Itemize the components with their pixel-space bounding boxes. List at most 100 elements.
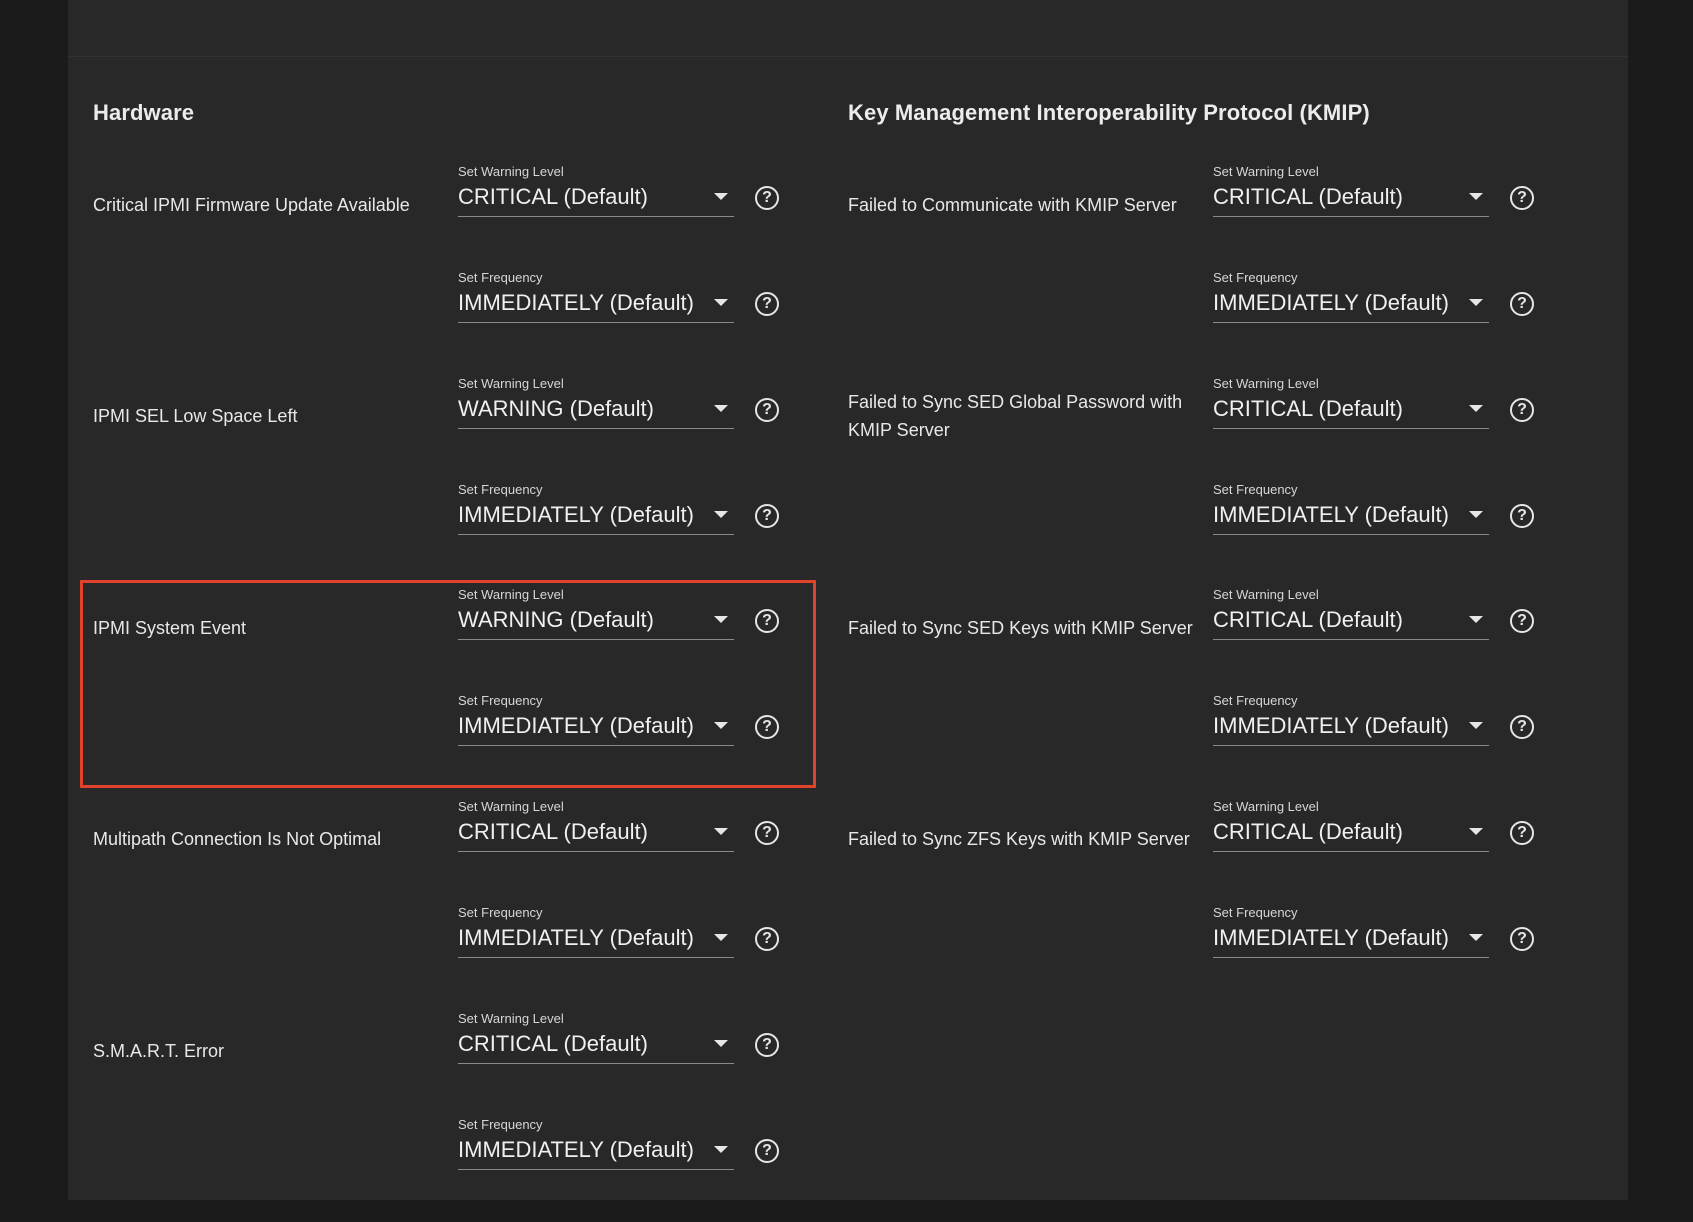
chevron-down-icon — [1469, 193, 1483, 200]
warning-level-field: Set Warning Level CRITICAL (Default) ? — [1213, 164, 1534, 218]
field-label: Set Frequency — [458, 270, 543, 285]
field-label: Set Frequency — [1213, 482, 1298, 497]
field-label: Set Warning Level — [1213, 799, 1319, 814]
alert-row: IPMI System Event Set Warning Level WARN… — [93, 587, 833, 798]
warning-level-select[interactable]: WARNING (Default) — [458, 390, 734, 429]
chevron-down-icon — [714, 299, 728, 306]
alert-name: IPMI System Event — [93, 618, 247, 638]
warning-level-select[interactable]: CRITICAL (Default) — [458, 813, 734, 852]
chevron-down-icon — [1469, 616, 1483, 623]
alert-row: Failed to Communicate with KMIP Server S… — [848, 164, 1588, 375]
help-icon[interactable]: ? — [755, 398, 779, 422]
chevron-down-icon — [714, 934, 728, 941]
chevron-down-icon — [714, 616, 728, 623]
frequency-select[interactable]: IMMEDIATELY (Default) — [1213, 284, 1489, 323]
frequency-select[interactable]: IMMEDIATELY (Default) — [458, 707, 734, 746]
warning-level-select[interactable]: WARNING (Default) — [458, 601, 734, 640]
chevron-down-icon — [714, 1040, 728, 1047]
alert-row: S.M.A.R.T. Error Set Warning Level CRITI… — [93, 1011, 833, 1222]
chevron-down-icon — [714, 1146, 728, 1153]
chevron-down-icon — [714, 722, 728, 729]
chevron-down-icon — [1469, 511, 1483, 518]
warning-level-select[interactable]: CRITICAL (Default) — [1213, 178, 1489, 217]
frequency-field: Set Frequency IMMEDIATELY (Default) ? — [1213, 905, 1534, 959]
help-icon[interactable]: ? — [755, 927, 779, 951]
help-icon[interactable]: ? — [755, 292, 779, 316]
alert-row: Failed to Sync SED Keys with KMIP Server… — [848, 587, 1588, 798]
help-icon[interactable]: ? — [1510, 398, 1534, 422]
help-icon[interactable]: ? — [1510, 186, 1534, 210]
chevron-down-icon — [714, 511, 728, 518]
select-value: IMMEDIATELY (Default) — [1213, 290, 1449, 315]
top-bar — [68, 0, 1628, 57]
field-label: Set Warning Level — [1213, 164, 1319, 179]
alert-settings-page: Hardware Critical IPMI Firmware Update A… — [68, 0, 1628, 1200]
warning-level-select[interactable]: CRITICAL (Default) — [458, 178, 734, 217]
select-value: IMMEDIATELY (Default) — [1213, 925, 1449, 950]
frequency-select[interactable]: IMMEDIATELY (Default) — [1213, 707, 1489, 746]
field-label: Set Warning Level — [458, 164, 564, 179]
select-value: IMMEDIATELY (Default) — [458, 1137, 694, 1162]
alert-name: Failed to Sync SED Global Password with … — [848, 392, 1183, 440]
field-label: Set Warning Level — [458, 799, 564, 814]
field-label: Set Frequency — [458, 693, 543, 708]
warning-level-field: Set Warning Level CRITICAL (Default) ? — [458, 1011, 779, 1065]
field-label: Set Warning Level — [458, 587, 564, 602]
frequency-select[interactable]: IMMEDIATELY (Default) — [458, 1131, 734, 1170]
frequency-select[interactable]: IMMEDIATELY (Default) — [1213, 919, 1489, 958]
frequency-field: Set Frequency IMMEDIATELY (Default) ? — [458, 905, 779, 959]
help-icon[interactable]: ? — [755, 715, 779, 739]
alert-name: Multipath Connection Is Not Optimal — [93, 829, 382, 849]
field-label: Set Frequency — [1213, 693, 1298, 708]
field-label: Set Frequency — [458, 1117, 543, 1132]
frequency-select[interactable]: IMMEDIATELY (Default) — [458, 919, 734, 958]
alert-name: IPMI SEL Low Space Left — [93, 406, 298, 426]
select-value: IMMEDIATELY (Default) — [1213, 713, 1449, 738]
help-icon[interactable]: ? — [1510, 821, 1534, 845]
help-icon[interactable]: ? — [755, 186, 779, 210]
select-value: WARNING (Default) — [458, 607, 654, 632]
select-value: CRITICAL (Default) — [458, 184, 648, 209]
select-value: CRITICAL (Default) — [1213, 396, 1403, 421]
warning-level-select[interactable]: CRITICAL (Default) — [458, 1025, 734, 1064]
help-icon[interactable]: ? — [755, 1033, 779, 1057]
warning-level-field: Set Warning Level CRITICAL (Default) ? — [1213, 587, 1534, 641]
warning-level-select[interactable]: CRITICAL (Default) — [1213, 390, 1489, 429]
warning-level-select[interactable]: CRITICAL (Default) — [1213, 813, 1489, 852]
chevron-down-icon — [714, 193, 728, 200]
alert-row: Failed to Sync SED Global Password with … — [848, 376, 1588, 587]
outer-margin — [1628, 0, 1693, 1200]
help-icon[interactable]: ? — [1510, 715, 1534, 739]
warning-level-field: Set Warning Level CRITICAL (Default) ? — [1213, 799, 1534, 853]
frequency-field: Set Frequency IMMEDIATELY (Default) ? — [458, 482, 779, 536]
frequency-field: Set Frequency IMMEDIATELY (Default) ? — [458, 270, 779, 324]
select-value: CRITICAL (Default) — [1213, 819, 1403, 844]
help-icon[interactable]: ? — [1510, 292, 1534, 316]
select-value: CRITICAL (Default) — [1213, 184, 1403, 209]
help-icon[interactable]: ? — [755, 504, 779, 528]
chevron-down-icon — [714, 828, 728, 835]
frequency-select[interactable]: IMMEDIATELY (Default) — [458, 496, 734, 535]
frequency-field: Set Frequency IMMEDIATELY (Default) ? — [1213, 693, 1534, 747]
field-label: Set Frequency — [1213, 905, 1298, 920]
help-icon[interactable]: ? — [1510, 609, 1534, 633]
alert-row: Critical IPMI Firmware Update Available … — [93, 164, 833, 375]
warning-level-select[interactable]: CRITICAL (Default) — [1213, 601, 1489, 640]
field-label: Set Frequency — [458, 905, 543, 920]
alert-name: Critical IPMI Firmware Update Available — [93, 195, 410, 215]
frequency-field: Set Frequency IMMEDIATELY (Default) ? — [1213, 270, 1534, 324]
field-label: Set Warning Level — [458, 1011, 564, 1026]
help-icon[interactable]: ? — [1510, 504, 1534, 528]
select-value: CRITICAL (Default) — [1213, 607, 1403, 632]
help-icon[interactable]: ? — [755, 821, 779, 845]
frequency-select[interactable]: IMMEDIATELY (Default) — [458, 284, 734, 323]
chevron-down-icon — [1469, 722, 1483, 729]
select-value: IMMEDIATELY (Default) — [458, 502, 694, 527]
frequency-select[interactable]: IMMEDIATELY (Default) — [1213, 496, 1489, 535]
help-icon[interactable]: ? — [1510, 927, 1534, 951]
chevron-down-icon — [1469, 299, 1483, 306]
help-icon[interactable]: ? — [755, 1139, 779, 1163]
field-label: Set Frequency — [1213, 270, 1298, 285]
warning-level-field: Set Warning Level CRITICAL (Default) ? — [458, 799, 779, 853]
help-icon[interactable]: ? — [755, 609, 779, 633]
